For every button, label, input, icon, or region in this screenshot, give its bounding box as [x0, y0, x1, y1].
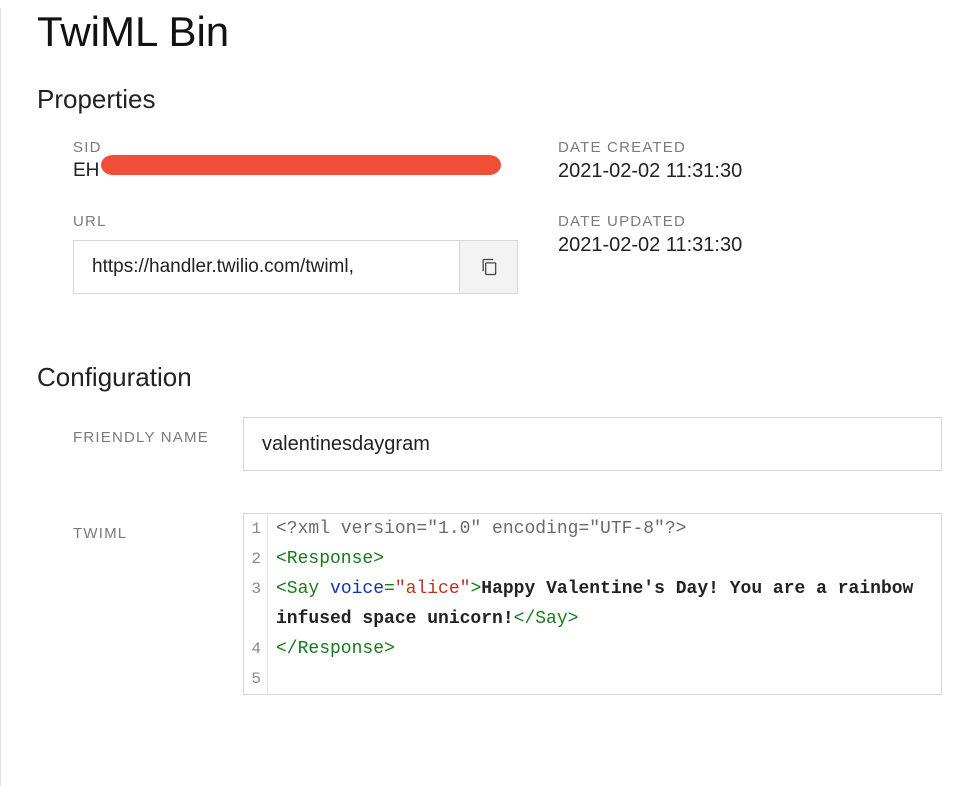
copy-url-button[interactable] — [459, 241, 517, 293]
code-line: 4 </Response> — [244, 634, 941, 664]
line-number: 3 — [244, 574, 268, 634]
url-field: URL — [73, 213, 518, 294]
date-updated-field: DATE UPDATED 2021-02-02 11:31:30 — [558, 213, 942, 294]
friendly-name-label: FRIENDLY NAME — [73, 417, 233, 448]
configuration-section: Configuration FRIENDLY NAME TWIML 1 <?xm… — [37, 362, 942, 695]
url-input[interactable] — [74, 241, 459, 293]
voice-attr-value: "alice" — [395, 579, 471, 599]
response-close-tag: </Response> — [276, 639, 395, 659]
say-close-tag: </Say> — [514, 609, 579, 629]
code-line: 3 <Say voice="alice">Happy Valentine's D… — [244, 574, 941, 634]
equals-sign: = — [384, 579, 395, 599]
date-updated-label: DATE UPDATED — [558, 213, 942, 230]
sid-field: SID EH — [73, 139, 518, 183]
friendly-name-input[interactable] — [243, 417, 942, 471]
voice-attr-name: voice — [330, 579, 384, 599]
code-line: 2 <Response> — [244, 544, 941, 574]
properties-section: Properties SID EH DATE CREATED 2021-02-0… — [37, 84, 942, 294]
redaction-mark — [101, 155, 501, 175]
line-number: 5 — [244, 664, 268, 694]
date-created-label: DATE CREATED — [558, 139, 942, 156]
date-created-field: DATE CREATED 2021-02-02 11:31:30 — [558, 139, 942, 183]
sid-label: SID — [73, 139, 518, 156]
code-line: 1 <?xml version="1.0" encoding="UTF-8"?> — [244, 514, 941, 544]
twiml-editor[interactable]: 1 <?xml version="1.0" encoding="UTF-8"?>… — [243, 513, 942, 695]
tag-close-bracket: > — [470, 579, 481, 599]
date-created-value: 2021-02-02 11:31:30 — [558, 160, 942, 183]
page-title: TwiML Bin — [37, 8, 942, 56]
line-number: 1 — [244, 514, 268, 544]
code-line: 5 — [244, 664, 941, 694]
url-label: URL — [73, 213, 518, 230]
xml-declaration: <?xml version="1.0" encoding="UTF-8"?> — [276, 519, 686, 539]
response-open-tag: <Response> — [276, 549, 384, 569]
date-updated-value: 2021-02-02 11:31:30 — [558, 234, 942, 257]
say-open-tag: <Say — [276, 579, 330, 599]
properties-heading: Properties — [37, 84, 942, 115]
configuration-heading: Configuration — [37, 362, 942, 393]
line-number: 2 — [244, 544, 268, 574]
line-number: 4 — [244, 634, 268, 664]
twiml-label: TWIML — [73, 513, 233, 544]
copy-icon — [479, 256, 499, 278]
